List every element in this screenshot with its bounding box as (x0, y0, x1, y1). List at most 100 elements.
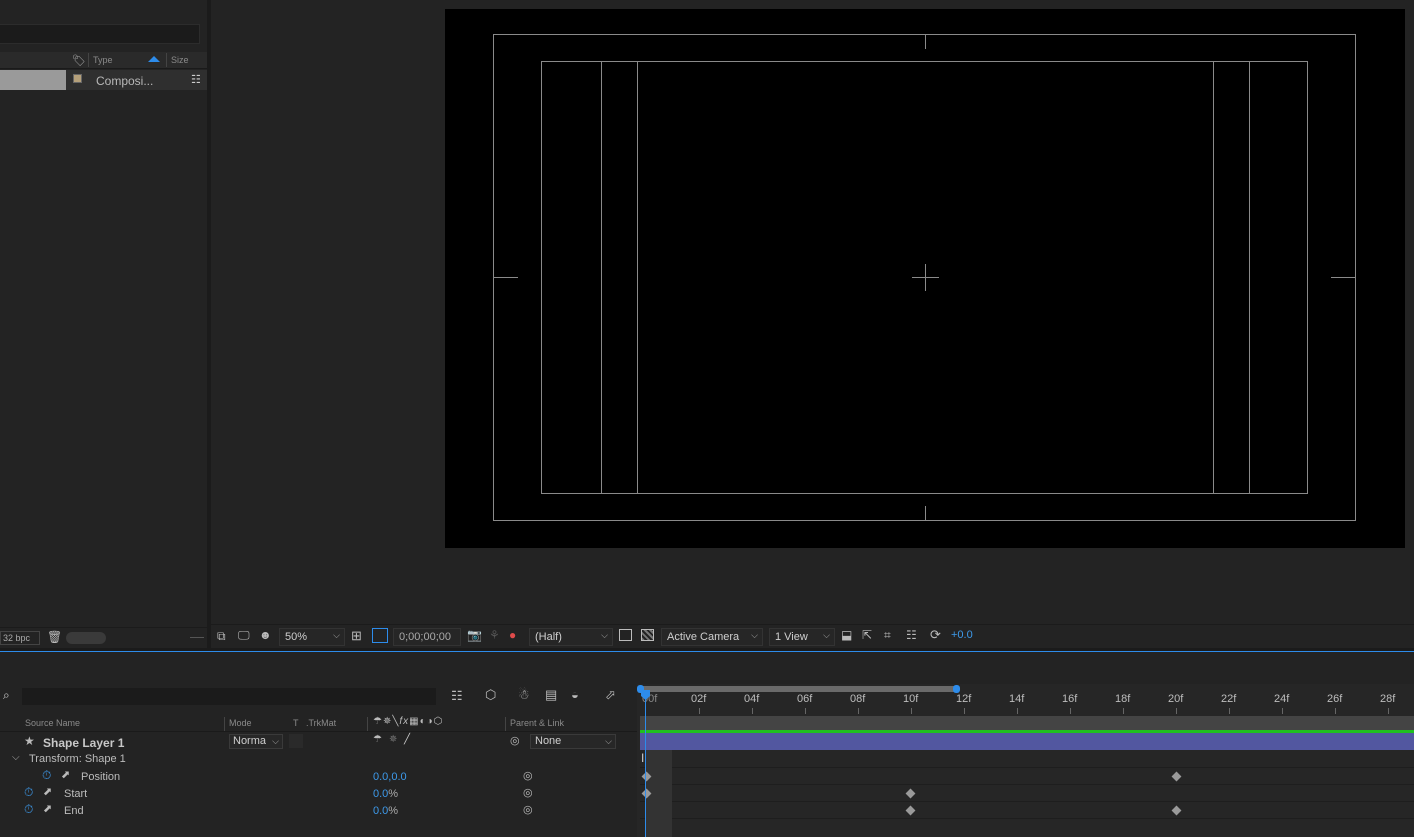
quality-switch-icon[interactable]: ╱ (404, 734, 410, 745)
source-name-header[interactable]: Source Name (25, 718, 80, 728)
timeline-search-input[interactable] (22, 688, 436, 705)
trash-icon[interactable]: 🗑 (47, 630, 62, 644)
graph-icon[interactable]: ⬈ (61, 768, 70, 781)
mask-visibility-icon[interactable]: ☻ (259, 628, 272, 642)
shy-switch-icon[interactable]: ☂ (373, 734, 382, 745)
group-row[interactable]: ⌵ Transform: Shape 1 (0, 751, 637, 768)
comp-mini-flowchart-icon[interactable]: ☷ (451, 688, 463, 704)
ruler-label: 08f (850, 693, 866, 705)
ruler-tick (858, 708, 859, 714)
property-value[interactable]: 0.0 (373, 788, 388, 800)
group-name[interactable]: Transform: Shape 1 (29, 753, 126, 765)
column-divider (224, 717, 225, 731)
search-icon[interactable]: ⌕ (3, 688, 10, 703)
project-column-header: 🏷 Type Size (0, 52, 207, 69)
parent-link-header[interactable]: Parent & Link (510, 718, 564, 728)
size-column-header[interactable]: Size (171, 55, 189, 65)
monitor-icon[interactable]: 🖵 (238, 628, 250, 643)
graph-icon[interactable]: ⬈ (43, 802, 52, 815)
column-divider (88, 53, 89, 67)
bit-depth-button[interactable]: 32 bpc (0, 631, 40, 645)
motion-blur-icon[interactable]: ◒ (571, 687, 579, 702)
reset-exposure-icon[interactable]: ⟳ (930, 627, 941, 643)
mode-header[interactable]: Mode (229, 718, 252, 728)
flowchart-icon[interactable]: ☷ (906, 628, 917, 642)
frame-blending-icon[interactable]: ▤ (545, 687, 557, 703)
ruler-tick (1388, 708, 1389, 714)
project-item-name-selected[interactable] (0, 70, 66, 90)
region-of-interest-icon[interactable] (619, 629, 632, 641)
time-ruler[interactable]: 00f 02f 04f 06f 08f 10f 12f 14f 16f 18f 20f 22f 24f… (637, 690, 1414, 714)
resolution-dropdown[interactable]: (Half) ⌵ (529, 628, 613, 646)
pickwhip-icon[interactable]: ◎ (523, 786, 533, 799)
parent-dropdown[interactable]: None ⌵ (530, 734, 616, 749)
color-channels-icon[interactable]: ● (509, 628, 516, 642)
property-value[interactable]: 0.0 (373, 805, 388, 817)
graph-editor-icon[interactable]: ⬀ (605, 687, 616, 703)
layer-row[interactable]: ★ Shape Layer 1 Norma ⌵ ☂ ✵ ╱ ◎ None ⌵ (0, 733, 637, 750)
property-unit: % (388, 805, 399, 817)
composition-canvas[interactable] (445, 9, 1405, 548)
property-value-wrap: 0.0% (373, 805, 398, 817)
fast-previews-icon[interactable]: ⇱ (862, 628, 872, 642)
property-row-start[interactable]: ⏱ ⬈ Start 0.0% ◎ (0, 785, 637, 802)
row-divider (640, 784, 1414, 785)
column-divider (367, 717, 368, 731)
mode-value: Norma (233, 735, 267, 747)
pickwhip-icon[interactable]: ◎ (523, 803, 533, 816)
current-time-indicator[interactable] (641, 690, 650, 837)
layer-list: ★ Shape Layer 1 Norma ⌵ ☂ ✵ ╱ ◎ None ⌵ ⌵… (0, 733, 637, 837)
toggle-pixel-aspect-icon[interactable]: ⬓ (841, 628, 852, 642)
trkmat-header[interactable]: .TrkMat (306, 718, 336, 728)
show-snapshot-icon[interactable]: ⚘ (489, 628, 500, 642)
transparency-grid-icon[interactable] (641, 629, 654, 641)
timecode-field[interactable]: 0;00;00;00 (393, 628, 461, 646)
t-header[interactable]: T (293, 718, 299, 728)
layer-duration-bar[interactable] (640, 733, 1414, 750)
ruler-tick (1229, 708, 1230, 714)
type-column-header[interactable]: Type (93, 55, 113, 65)
zoom-dropdown[interactable]: 50% ⌵ (279, 628, 345, 646)
timeline-icon[interactable]: ⌗ (884, 628, 891, 643)
property-value[interactable]: 0.0,0.0 (373, 771, 407, 783)
collapse-switch-icon[interactable]: ✵ (389, 734, 397, 745)
thumbnail-slider[interactable] (66, 632, 106, 644)
ruler-label: 02f (691, 693, 707, 705)
chevron-down-icon[interactable]: ⌵ (12, 752, 20, 763)
snapshot-icon[interactable]: 📷 (467, 628, 482, 642)
label-icon[interactable]: 🏷 (72, 54, 86, 67)
safe-zone-guides (493, 34, 1356, 521)
ruler-label: 28f (1380, 693, 1396, 705)
chevron-down-icon: ⌵ (751, 630, 758, 640)
safe-zones-icon[interactable]: ⊞ (351, 628, 362, 644)
graph-icon[interactable]: ⬈ (43, 785, 52, 798)
sort-ascending-icon (148, 56, 160, 62)
project-search-input[interactable] (0, 24, 200, 44)
mask-path-icon[interactable] (372, 628, 388, 643)
property-row-position[interactable]: ⏱ ⬈ Position 0.0,0.0 ◎ (0, 768, 637, 785)
hide-shy-layers-icon[interactable]: ☃ (518, 687, 530, 703)
scrollbar[interactable] (190, 637, 204, 638)
cursor-ibeam-icon: I (641, 751, 645, 765)
row-divider (640, 801, 1414, 802)
flowchart-icon[interactable]: ☷ (191, 73, 201, 86)
camera-value: Active Camera (667, 631, 740, 643)
trkmat-box[interactable] (289, 734, 303, 748)
column-divider (166, 53, 167, 67)
stopwatch-icon[interactable]: ⏱ (24, 785, 33, 800)
exposure-value[interactable]: +0.0 (951, 629, 973, 641)
camera-dropdown[interactable]: Active Camera ⌵ (661, 628, 763, 646)
pickwhip-icon[interactable]: ◎ (523, 769, 533, 782)
label-color-swatch[interactable] (73, 74, 82, 83)
always-preview-icon[interactable]: ⧉ (217, 629, 226, 644)
parent-value: None (535, 735, 562, 747)
column-divider (505, 717, 506, 731)
draft-3d-icon[interactable]: ⬡ (485, 687, 496, 703)
property-row-end[interactable]: ⏱ ⬈ End 0.0% ◎ (0, 802, 637, 819)
pickwhip-icon[interactable]: ◎ (510, 734, 520, 747)
view-layout-dropdown[interactable]: 1 View ⌵ (769, 628, 835, 646)
mode-dropdown[interactable]: Norma ⌵ (229, 734, 283, 749)
stopwatch-icon[interactable]: ⏱ (24, 802, 33, 817)
stopwatch-icon[interactable]: ⏱ (42, 768, 51, 783)
layer-name[interactable]: Shape Layer 1 (43, 736, 124, 750)
